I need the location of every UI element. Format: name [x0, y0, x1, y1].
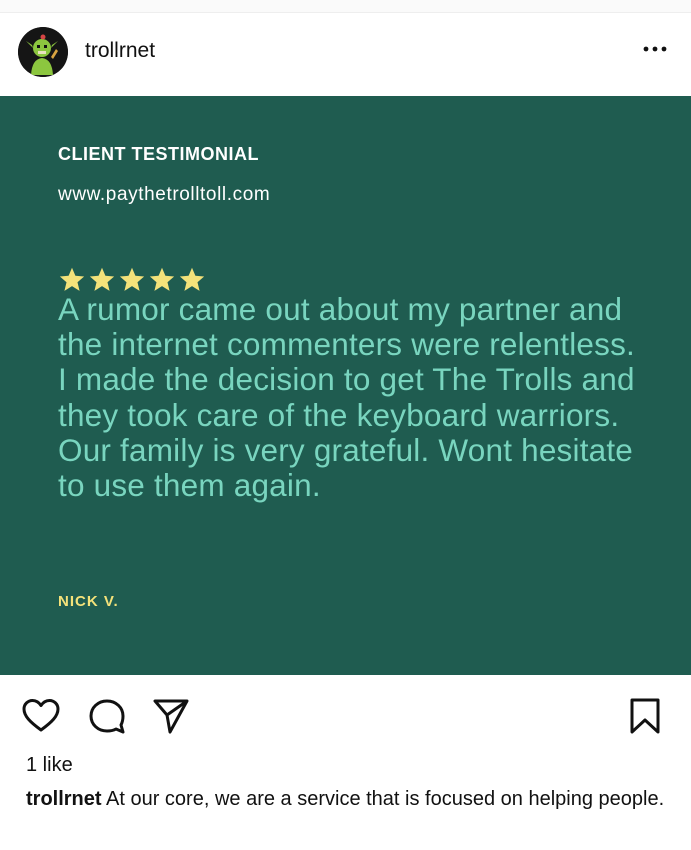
bookmark-icon[interactable] — [624, 695, 666, 737]
star-icon — [89, 267, 115, 291]
star-icon — [149, 267, 175, 291]
caption-text: At our core, we are a service that is fo… — [106, 788, 665, 810]
heart-icon[interactable] — [20, 695, 62, 737]
post-header: trollrnet — [0, 12, 691, 96]
star-icon — [59, 267, 85, 291]
testimonial-author: NICK V. — [58, 593, 119, 610]
header-username[interactable]: trollrnet — [85, 39, 155, 63]
caption-username[interactable]: trollrnet — [26, 788, 102, 810]
testimonial-label: CLIENT TESTIMONIAL — [58, 144, 259, 164]
star-icon — [179, 267, 205, 291]
post-image: CLIENT TESTIMONIAL www.paythetrolltoll.c… — [0, 96, 691, 675]
post-caption: trollrnet At our core, we are a service … — [26, 786, 666, 813]
action-bar — [0, 675, 691, 755]
website-url: www.paythetrolltoll.com — [58, 184, 271, 205]
more-options-icon[interactable] — [641, 39, 671, 59]
like-count[interactable]: 1 like — [26, 754, 73, 777]
comment-icon[interactable] — [86, 695, 128, 737]
troll-avatar-icon[interactable] — [18, 27, 68, 77]
star-icon — [119, 267, 145, 291]
send-icon[interactable] — [150, 695, 192, 737]
testimonial-quote: A rumor came out about my partner and th… — [58, 291, 635, 504]
